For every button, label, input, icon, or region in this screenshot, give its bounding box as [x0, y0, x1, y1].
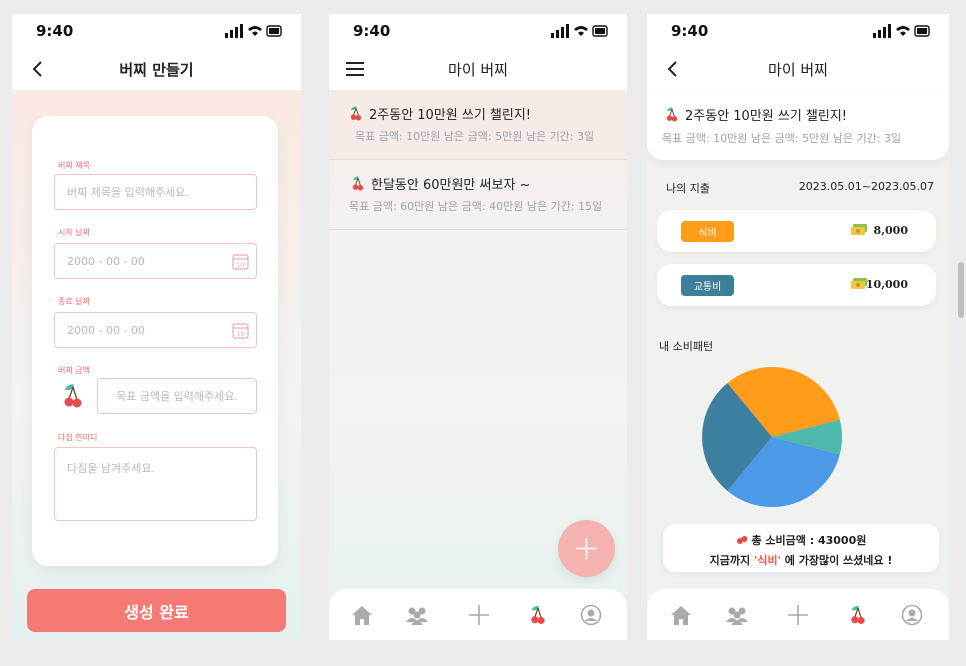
screen-create-cherry: 9:40 버찌 만들기 버찌 제목 버찌 제목을 입력해주세요. 시작 날짜 2…	[12, 14, 301, 640]
calendar-icon[interactable]: 10	[232, 253, 249, 270]
expense-row[interactable]: 식비 8,000	[657, 210, 936, 252]
status-time: 9:40	[36, 22, 74, 40]
list-item[interactable]: 한달동안 60만원만 써보자 ~ 목표 금액: 60만원 남은 금액: 40만원…	[329, 160, 627, 230]
page-title: 버찌 만들기	[119, 60, 194, 79]
status-time: 9:40	[671, 22, 709, 40]
amount-label: 버찌 금액	[58, 366, 90, 375]
list-item-title: 한달동안 60만원만 써보자 ~	[351, 174, 530, 193]
status-icons	[551, 24, 608, 38]
spending-pie-chart	[702, 367, 842, 507]
cherry-icon[interactable]	[846, 604, 870, 626]
list-item[interactable]: 2주동안 10만원 쓰기 챌린지! 목표 금액: 10만원 남은 금액: 5만원…	[329, 90, 627, 160]
expense-amount: 8,000	[873, 224, 908, 237]
start-date-label: 시작 날짜	[58, 228, 90, 237]
cherry-icon	[666, 107, 678, 122]
profile-icon[interactable]	[579, 604, 603, 626]
app-header: 마이 버찌	[329, 48, 627, 90]
app-header: 버찌 만들기	[12, 48, 301, 90]
tab-bar	[647, 589, 949, 640]
cherry-icon	[64, 384, 82, 408]
calendar-icon[interactable]: 10	[232, 322, 249, 339]
home-icon[interactable]	[350, 604, 374, 626]
category-chip: 식비	[681, 221, 734, 242]
summary-prefix: 지금까지	[709, 554, 754, 567]
challenge-detail: 목표 금액: 10만원 남은 금액: 5만원 남은 기간: 3일	[662, 132, 902, 145]
list-item-title-text: 2주동안 10만원 쓰기 챌린지!	[369, 108, 532, 123]
title-label: 버찌 제목	[58, 161, 90, 170]
status-bar: 9:40	[12, 14, 301, 48]
friends-icon[interactable]	[405, 604, 429, 626]
app-header: 마이 버찌	[647, 48, 949, 90]
amount-input[interactable]: 목표 금액을 입력해주세요.	[97, 378, 257, 414]
tab-bar	[329, 589, 627, 640]
memo-textarea[interactable]: 다짐을 남겨주세요.	[54, 447, 257, 521]
plus-icon[interactable]	[786, 604, 810, 626]
hamburger-menu-icon[interactable]	[345, 60, 365, 78]
svg-text:10: 10	[237, 331, 245, 338]
expense-row[interactable]: 교통비 10,000	[657, 264, 936, 306]
home-icon[interactable]	[669, 604, 693, 626]
title-input[interactable]: 버찌 제목을 입력해주세요.	[54, 174, 257, 210]
svg-text:10: 10	[237, 262, 245, 269]
end-date-input[interactable]: 2000 - 00 - 00 10	[54, 312, 257, 348]
status-bar: 9:40	[329, 14, 627, 48]
page-title: 마이 버찌	[768, 60, 828, 79]
cherry-icon	[352, 176, 364, 191]
spending-period: 2023.05.01~2023.05.07	[798, 180, 934, 193]
summary-suffix: 에 가장많이 쓰셨네요 !	[780, 554, 893, 567]
spending-label: 나의 지출	[666, 182, 710, 195]
summary-highlight: '식비'	[753, 554, 781, 567]
end-date-label: 종료 날짜	[58, 297, 90, 306]
summary-total-text: 총 소비금액 : 43000원	[751, 534, 867, 547]
plus-icon	[576, 538, 597, 559]
cherry-icon[interactable]	[526, 604, 550, 626]
challenge-title-text: 2주동안 10만원 쓰기 챌린지!	[685, 109, 848, 124]
add-cherry-button[interactable]	[558, 520, 615, 577]
status-time: 9:40	[353, 22, 391, 40]
screen-cherry-detail: 9:40 마이 버찌 2주동안 10만원 쓰기 챌린지! 목표 금액: 10만원…	[647, 14, 949, 640]
category-chip: 교통비	[681, 275, 734, 296]
summary-total: 총 소비금액 : 43000원	[663, 532, 939, 548]
pattern-label: 내 소비패턴	[659, 340, 714, 353]
status-bar: 9:40	[647, 14, 949, 48]
challenge-card: 2주동안 10만원 쓰기 챌린지! 목표 금액: 10만원 남은 금액: 5만원…	[647, 90, 949, 160]
summary-card: 총 소비금액 : 43000원 지금까지 '식비' 에 가장많이 쓰셨네요 !	[663, 524, 939, 572]
list-item-detail: 목표 금액: 60만원 남은 금액: 40만원 남은 기간: 15일	[349, 200, 603, 213]
profile-icon[interactable]	[900, 604, 924, 626]
list-item-title: 2주동안 10만원 쓰기 챌린지!	[349, 104, 531, 123]
challenge-title: 2주동안 10만원 쓰기 챌린지!	[665, 105, 847, 124]
page-title: 마이 버찌	[448, 60, 508, 79]
list-item-title-text: 한달동안 60만원만 써보자 ~	[371, 178, 531, 193]
start-date-input[interactable]: 2000 - 00 - 00 10	[54, 243, 257, 279]
memo-label: 다짐 한마디	[58, 433, 98, 442]
expense-amount: 10,000	[865, 278, 908, 291]
back-arrow-icon[interactable]	[28, 59, 48, 79]
cherry-icon	[350, 106, 362, 121]
status-icons	[225, 24, 282, 38]
plus-icon[interactable]	[467, 604, 491, 626]
cherry-small-icon	[736, 536, 748, 544]
create-form-card: 버찌 제목 버찌 제목을 입력해주세요. 시작 날짜 2000 - 00 - 0…	[32, 116, 278, 566]
start-date-placeholder: 2000 - 00 - 00	[67, 254, 145, 268]
status-icons	[873, 24, 930, 38]
submit-button[interactable]: 생성 완료	[27, 589, 286, 632]
money-icon	[851, 224, 867, 235]
list-item-detail: 목표 금액: 10만원 남은 금액: 5만원 남은 기간: 3일	[355, 130, 595, 143]
scrollbar[interactable]	[958, 262, 964, 318]
friends-icon[interactable]	[725, 604, 749, 626]
end-date-placeholder: 2000 - 00 - 00	[67, 323, 145, 337]
screen-my-cherry-list: 9:40 마이 버찌 2주동안 10만원 쓰기 챌린지! 목표 금액: 10만원…	[329, 14, 627, 640]
back-arrow-icon[interactable]	[663, 59, 683, 79]
summary-message: 지금까지 '식비' 에 가장많이 쓰셨네요 !	[663, 552, 939, 568]
